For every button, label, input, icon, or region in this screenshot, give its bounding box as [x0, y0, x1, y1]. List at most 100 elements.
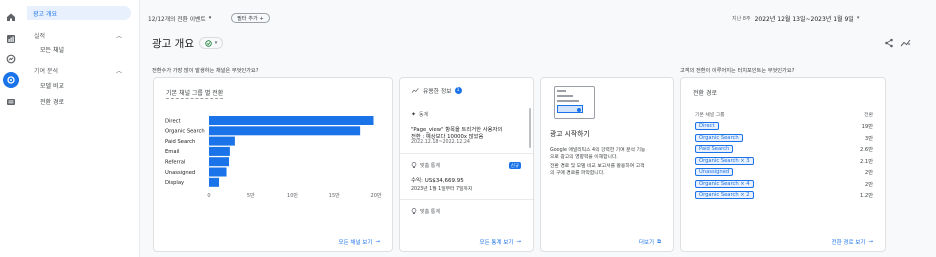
- status-chip[interactable]: ▾: [199, 37, 223, 49]
- configure-icon[interactable]: [5, 96, 17, 108]
- path-chip[interactable]: Organic Search × 4: [695, 179, 754, 188]
- date-range-selector[interactable]: 지난 8주 2022년 12월 13일~2023년 1월 9일 ▾: [732, 12, 859, 24]
- custom-insight-label-row: 맞춤 통계: [411, 162, 440, 169]
- insights-count-badge: 1: [454, 87, 462, 94]
- nav-label: 광고 개요: [33, 10, 57, 18]
- insights-card: 유용한 정보 1 ✦ 동계 "Page_view" 항목을 트리거한 사용자의 …: [399, 77, 534, 252]
- arrow-right-icon: →: [868, 239, 873, 245]
- view-all-insights-link[interactable]: 모든 통계 보기 →: [480, 238, 521, 246]
- main-content: 12/12개의 전환 이벤트 ▾ 필터 추가 + 지난 8주 2022년 12월…: [140, 0, 936, 257]
- lightbulb-icon: [411, 208, 417, 215]
- page-title: 광고 개요: [152, 38, 194, 50]
- path-conversions-value: 3만: [864, 135, 873, 142]
- custom-insight-label: 맞춤 통계: [420, 163, 440, 169]
- custom-insight-label-row: 맞춤 통계: [411, 208, 440, 215]
- get-started-desc-1: Google 애널리틱스 4의 강력한 기여 분석 기능: [550, 148, 646, 153]
- bar-email[interactable]: [209, 146, 230, 156]
- bar-display[interactable]: [209, 177, 220, 187]
- view-paths-link[interactable]: 전환 경로 보기 →: [832, 238, 873, 246]
- x-tick-label: 20만: [371, 192, 382, 199]
- advertising-icon[interactable]: [3, 72, 19, 88]
- insight-item-label-row: ✦ 동계: [411, 111, 428, 118]
- nav-label: 기여 분석: [34, 67, 58, 75]
- scrollbar[interactable]: [529, 108, 531, 148]
- path-chip[interactable]: Organic Search: [695, 133, 743, 142]
- nav-label: 모든 채널: [40, 46, 64, 54]
- share-icon[interactable]: [884, 38, 894, 48]
- insights-title: 유용한 정보: [423, 89, 452, 95]
- reports-icon[interactable]: [5, 33, 17, 45]
- paths-question: 고객의 전환이 이루어지는 터치포인트는 무엇인가요?: [680, 68, 795, 74]
- bar-category-label: Paid Search: [165, 139, 195, 145]
- link-label: 전환 경로 보기: [831, 240, 866, 246]
- nav-item-conversion-paths[interactable]: 전환 경로: [28, 94, 64, 108]
- app-root: 광고 개요 실적 ︿ 모든 채널 기여 분석 ︿ 모델 비교 전환 경로 12/12…: [0, 0, 936, 257]
- custom-insight-value[interactable]: 수익: US$34,669.95: [411, 176, 464, 184]
- path-conversions-value: 2만: [864, 181, 873, 188]
- insights-icon[interactable]: [900, 38, 912, 48]
- dropdown-arrow-icon: ▾: [856, 15, 860, 21]
- path-conversions-value: 1.2만: [859, 193, 873, 199]
- x-tick-label: 15만: [329, 192, 340, 199]
- custom-insight-desc: 2023년 1월 1일부터 7일까지: [411, 187, 473, 192]
- bar-referral[interactable]: [209, 157, 230, 167]
- bar-category-label: Unassigned: [165, 170, 195, 176]
- nav-item-ads-overview[interactable]: 광고 개요: [27, 6, 131, 20]
- bar-category-label: Display: [165, 180, 184, 186]
- add-filter-button[interactable]: 필터 추가 +: [231, 13, 270, 23]
- chevron-down-icon: ▾: [214, 40, 218, 46]
- explore-icon[interactable]: [5, 53, 17, 65]
- path-conversions-value: 19만: [861, 124, 873, 130]
- get-started-card: 광고 시작하기 Google 애널리틱스 4의 강력한 기여 분석 기능 으로 …: [540, 77, 674, 252]
- paths-col-channel: 기본 채널 그룹: [695, 113, 725, 118]
- insight-text-line-2[interactable]: 전환 : 예상보다 10000x 많았음: [411, 132, 483, 140]
- insight-item-label: 동계: [419, 112, 429, 118]
- bar-unassigned[interactable]: [209, 167, 227, 177]
- nav-label: 실적: [34, 32, 46, 40]
- new-badge: 신규: [508, 162, 521, 169]
- lightbulb-icon: [411, 162, 417, 169]
- open-external-icon: ⧉: [657, 238, 661, 245]
- bar-direct[interactable]: [209, 116, 374, 125]
- insights-header: 유용한 정보 1: [411, 86, 462, 95]
- path-chip[interactable]: Direct: [695, 122, 719, 130]
- chevron-up-icon: ︿: [115, 67, 122, 75]
- bar-organic-search[interactable]: [209, 126, 361, 136]
- x-tick-label: 5만: [247, 192, 255, 199]
- divider: [400, 199, 533, 200]
- bar-category-label: Referral: [165, 160, 185, 166]
- date-range-prefix: 지난 8주: [732, 15, 751, 22]
- link-label: 모든 통계 보기: [479, 240, 514, 246]
- path-conversions-value: 2만: [864, 170, 873, 176]
- bar-paid-search[interactable]: [209, 136, 235, 146]
- conversion-events-selector[interactable]: 12/12개의 전환 이벤트 ▾: [148, 12, 211, 24]
- arrow-right-icon: →: [375, 239, 380, 245]
- view-all-channels-link[interactable]: 모든 채널 보기 →: [339, 238, 380, 246]
- icon-rail: [0, 0, 22, 257]
- path-chip[interactable]: Organic Search × 3: [695, 156, 754, 165]
- sparkle-icon: ✦: [411, 111, 417, 118]
- path-chip[interactable]: Organic Search × 2: [695, 191, 754, 199]
- nav-section-attribution[interactable]: 기여 분석 ︿: [28, 63, 132, 77]
- chevron-up-icon: ︿: [115, 32, 122, 40]
- get-started-desc-2: 으로 광고의 영향력을 이해합니다.: [550, 155, 618, 160]
- get-started-desc-3: 전환 경로 및 모델 비교 보고서를 활용하여 고객: [550, 164, 645, 169]
- bar-category-label: Direct: [165, 118, 181, 124]
- channel-chart-card: 기본 채널 그룹 별 전환 Direct Organic Search Paid S…: [153, 77, 393, 252]
- date-range-value: 2022년 12월 13일~2023년 1월 9일: [754, 15, 854, 23]
- nav-section-performance[interactable]: 실적 ︿: [28, 28, 132, 42]
- nav-item-model-comparison[interactable]: 모델 비교: [28, 78, 64, 92]
- insights-icon: [411, 88, 419, 93]
- get-started-title: 광고 시작하기: [550, 130, 590, 138]
- side-nav: 광고 개요 실적 ︿ 모든 채널 기여 분석 ︿ 모델 비교 전환 경로: [22, 0, 140, 257]
- learn-more-link[interactable]: 더보기 ⧉: [639, 238, 661, 247]
- path-chip[interactable]: Paid Search: [695, 145, 734, 153]
- nav-item-all-channels[interactable]: 모든 채널: [28, 42, 64, 56]
- bar-category-label: Email: [165, 149, 179, 155]
- path-chip[interactable]: Unassigned: [695, 168, 734, 176]
- custom-insight-label: 맞춤 통계: [420, 209, 440, 215]
- home-icon[interactable]: [5, 11, 17, 23]
- chart-title[interactable]: 기본 채널 그룹 별 전환: [166, 88, 224, 99]
- arrow-right-icon: →: [516, 239, 521, 245]
- paths-title: 전환 경로: [693, 90, 717, 97]
